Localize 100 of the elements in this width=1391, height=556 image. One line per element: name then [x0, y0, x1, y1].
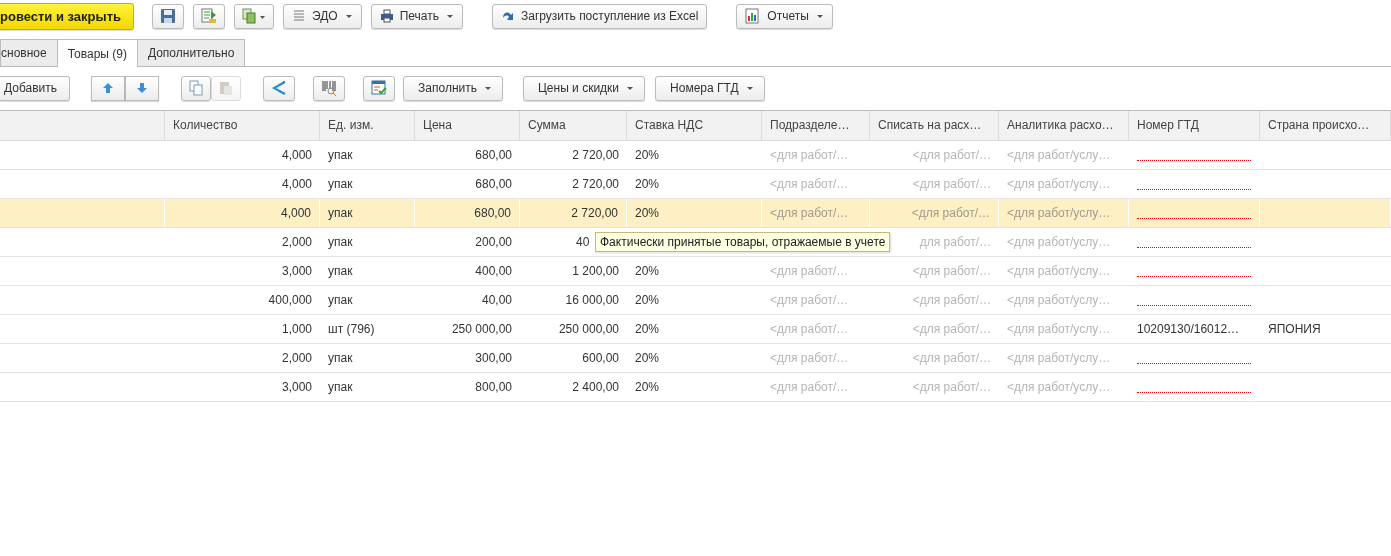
post-and-close-button[interactable]: ровести и закрыть	[0, 2, 134, 30]
printer-icon	[379, 9, 394, 23]
table-row[interactable]: 1,000 шт (796) 250 000,00 250 000,00 20% <для работ/… <для работ/… <для работ/услу… 10209130/16012… ЯПОНИЯ	[0, 315, 1391, 344]
cell-placeholder: <для работ/…	[912, 264, 991, 278]
caret-icon	[483, 85, 492, 91]
table-cell: 20%	[635, 148, 660, 162]
table-cell: 300,00	[475, 351, 512, 365]
prices-button[interactable]: Цены и скидки	[522, 75, 646, 101]
cell-placeholder: <для работ/…	[770, 293, 849, 307]
add-button[interactable]: Добавить	[0, 75, 71, 101]
cell-placeholder: <для работ/услу…	[1007, 177, 1111, 191]
table-cell: 3,000	[281, 264, 312, 278]
cell-placeholder: <для работ/…	[911, 206, 990, 220]
tooltip: Фактически принятые товары, отражаемые в учете	[595, 232, 891, 252]
cell-placeholder: <для работ/…	[912, 322, 991, 336]
table-cell: 250 000,00	[558, 322, 619, 336]
barcode-search-button[interactable]	[313, 75, 346, 101]
table-cell: 2,000	[281, 351, 312, 365]
cell-placeholder: <для работ/…	[770, 148, 849, 162]
table-cell: 1 200,00	[572, 264, 619, 278]
table-cell: 20%	[635, 351, 660, 365]
table-row[interactable]: 400,000 упак 40,00 16 000,00 20% <для работ/… <для работ/… <для работ/услу…	[0, 286, 1391, 315]
create-based-on-button[interactable]	[234, 3, 274, 29]
table-row[interactable]: 4,000 упак 680,00 2 720,00 20% <для работ/… <для работ/… <для работ/услу…	[0, 199, 1391, 228]
column-header[interactable]: Количество	[165, 111, 320, 140]
table-cell: 16 000,00	[565, 293, 619, 307]
table-cell: упак	[328, 351, 353, 365]
copy-icon	[189, 80, 204, 96]
table-cell: 800,00	[475, 380, 512, 394]
table-row[interactable]: 3,000 упак 800,00 2 400,00 20% <для работ/… <для работ/… <для работ/услу…	[0, 373, 1391, 402]
table-row[interactable]: 2,000 упак 200,00 40 Фактически принятые товары, отражаемые в учете для работ/… <для работ/услу…	[0, 228, 1391, 257]
cell-placeholder: <для работ/…	[912, 148, 991, 162]
cell-placeholder: <для работ/…	[770, 264, 849, 278]
table-cell: 20%	[635, 206, 660, 220]
table-cell: 40,00	[481, 293, 512, 307]
table-row[interactable]: 4,000 упак 680,00 2 720,00 20% <для работ/… <для работ/… <для работ/услу…	[0, 141, 1391, 170]
tab[interactable]: Товары (9)	[56, 39, 138, 67]
table-cell: упак	[328, 206, 353, 220]
share-button[interactable]	[263, 75, 296, 101]
table-cell: упак	[328, 148, 353, 162]
table-cell: 20%	[635, 380, 660, 394]
cell-placeholder: <для работ/…	[912, 293, 991, 307]
copy-button[interactable]	[181, 75, 212, 101]
save-button[interactable]	[152, 3, 184, 29]
tab[interactable]: Дополнительно	[136, 39, 246, 66]
table-row[interactable]: 2,000 упак 300,00 600,00 20% <для работ/… <для работ/… <для работ/услу…	[0, 344, 1391, 373]
cell-placeholder: <для работ/…	[912, 380, 991, 394]
column-header[interactable]: Сумма	[520, 111, 627, 140]
print-button[interactable]: Печать	[370, 3, 463, 29]
table-cell: 20%	[635, 293, 660, 307]
edo-button[interactable]: ЭДО	[283, 3, 362, 29]
document-check-icon	[371, 80, 388, 96]
column-header[interactable]: Подразделе…	[762, 111, 870, 140]
check-button[interactable]	[363, 75, 396, 101]
cell-placeholder: <для работ/услу…	[1007, 322, 1111, 336]
table-cell: 400,00	[475, 264, 512, 278]
table-cell: 4,000	[281, 148, 312, 162]
table-cell: 680,00	[474, 206, 511, 220]
column-header[interactable]: Списать на расх…	[870, 111, 999, 140]
cell-placeholder: <для работ/услу…	[1007, 351, 1111, 365]
table-cell: 2 720,00	[571, 206, 618, 220]
gtd-numbers-button[interactable]: Номера ГТД	[655, 75, 765, 101]
column-header[interactable]: Цена	[415, 111, 520, 140]
clipboard-icon	[219, 80, 234, 96]
cell-placeholder: <для работ/…	[770, 351, 849, 365]
table-cell: 680,00	[475, 148, 512, 162]
move-down-button[interactable]	[125, 75, 160, 101]
column-header[interactable]: Ед. изм.	[320, 111, 415, 140]
table-cell: упак	[328, 235, 353, 249]
table-cell: 20%	[635, 264, 660, 278]
document-button[interactable]	[193, 3, 225, 29]
tab[interactable]: сновное	[0, 39, 58, 66]
table-cell: 200,00	[475, 235, 512, 249]
cell-placeholder: <для работ/…	[770, 322, 849, 336]
table-cell: ЯПОНИЯ	[1268, 322, 1321, 336]
table-cell: шт (796)	[328, 322, 375, 336]
caret-icon	[745, 85, 754, 91]
column-header[interactable]: Страна происхо…	[1260, 111, 1391, 140]
cell-placeholder: <для работ/услу…	[1007, 380, 1111, 394]
caret-icon	[626, 85, 635, 91]
cell-placeholder: <для работ/услу…	[1007, 206, 1111, 220]
fill-button[interactable]: Заполнить	[403, 75, 503, 101]
table-row[interactable]: 3,000 упак 400,00 1 200,00 20% <для работ/… <для работ/… <для работ/услу…	[0, 257, 1391, 286]
cell-placeholder: <для работ/…	[770, 380, 849, 394]
column-header[interactable]: Ставка НДС	[627, 111, 762, 140]
column-header[interactable]: Номер ГТД	[1129, 111, 1260, 140]
move-up-button[interactable]	[91, 75, 126, 101]
table-cell: 2 720,00	[572, 177, 619, 191]
cell-placeholder: <для работ/…	[912, 177, 991, 191]
column-header[interactable]: Аналитика расхо…	[999, 111, 1129, 140]
chart-report-icon	[745, 8, 762, 24]
table-cell: 20%	[635, 322, 660, 336]
document-arrow-icon	[201, 8, 217, 24]
reports-button[interactable]: Отчеты	[736, 3, 833, 29]
table-cell: 600,00	[582, 351, 619, 365]
caret-icon	[344, 13, 353, 19]
load-excel-button[interactable]: Загрузить поступление из Excel	[492, 3, 708, 29]
table-cell: 40	[576, 235, 590, 249]
cell-placeholder: <для работ/…	[912, 351, 991, 365]
cell-placeholder: <для работ/услу…	[1007, 235, 1111, 249]
